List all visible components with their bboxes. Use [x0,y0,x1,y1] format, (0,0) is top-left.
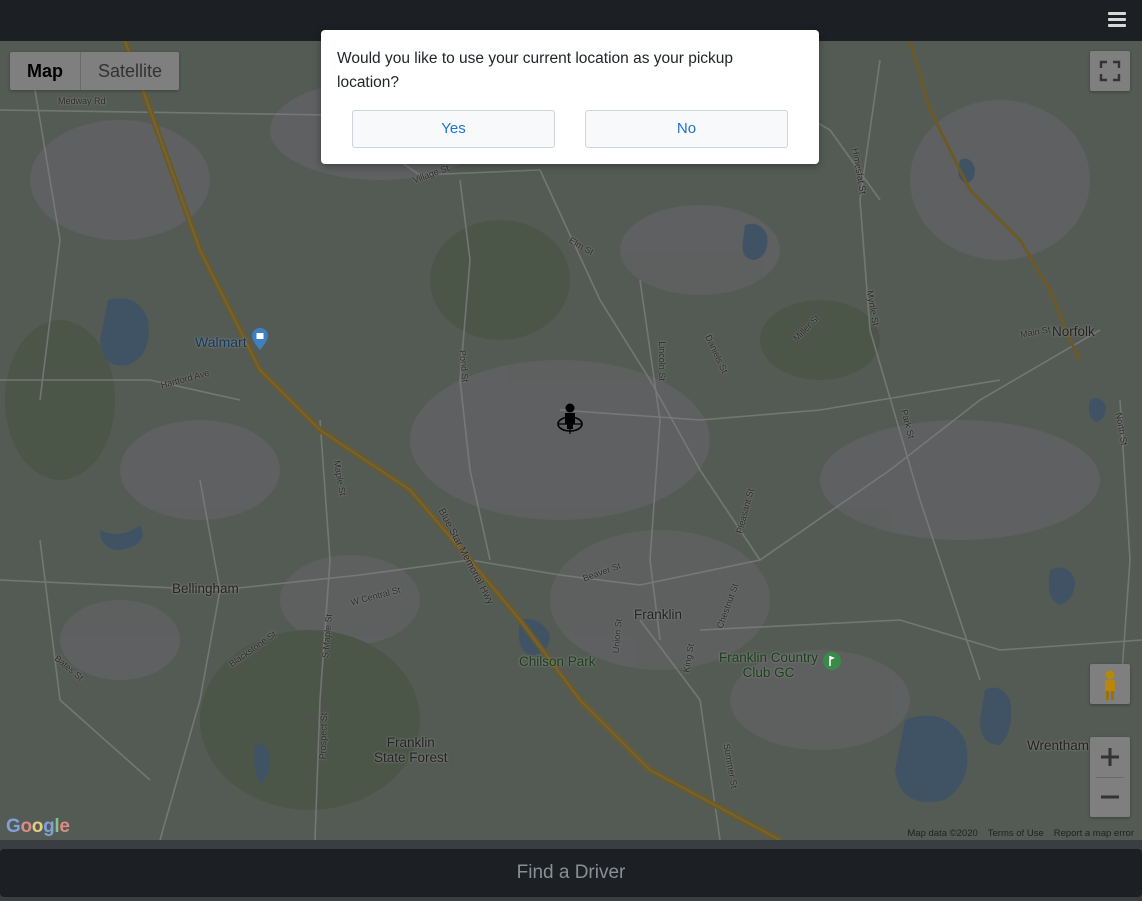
map-data-credit: Map data ©2020 [907,828,978,839]
zoom-control [1090,737,1130,817]
walmart-pin-icon [252,328,268,350]
zoom-out-button[interactable] [1090,777,1130,817]
fullscreen-button[interactable] [1090,51,1130,91]
google-logo: Google [6,816,70,837]
minus-icon [1101,795,1119,799]
pegman-icon [1105,670,1115,700]
zoom-in-button[interactable] [1090,737,1130,777]
map-label-walmart: Walmart [195,334,247,350]
find-a-driver-button[interactable]: Find a Driver [0,849,1142,897]
road-label-prospect-st: Prospect St [317,712,330,760]
plus-icon [1101,748,1119,766]
dialog-message: Would you like to use your current locat… [337,50,734,91]
fullscreen-icon [1099,60,1121,82]
map-label-norfolk: Norfolk [1052,324,1095,339]
road-label-medway-rd: Medway Rd [58,96,106,106]
map-label-chilson-park: Chilson Park [519,654,596,669]
map-label-franklin-state-forest: Franklin State Forest [374,735,448,765]
road-label-lincoln-st: Lincoln St [656,341,667,381]
current-location-marker-icon [557,403,583,434]
map-type-satellite-button[interactable]: Satellite [81,52,179,90]
map-type-control: Map Satellite [10,52,180,90]
map-label-wrentham: Wrentham [1027,738,1090,753]
map-label-bellingham: Bellingham [172,581,239,596]
pickup-location-dialog: Would you like to use your current locat… [321,30,819,164]
hamburger-menu-icon[interactable] [1108,12,1126,28]
report-map-error-link[interactable]: Report a map error [1054,828,1134,839]
map-type-map-button[interactable]: Map [10,52,80,90]
map-attribution: Map data ©2020 Terms of Use Report a map… [907,828,1134,839]
terms-of-use-link[interactable]: Terms of Use [988,828,1044,839]
yes-button[interactable]: Yes [352,110,555,148]
golf-course-pin-icon [823,652,841,670]
street-view-pegman-button[interactable] [1090,664,1130,704]
map-label-franklin: Franklin [634,607,683,622]
no-button[interactable]: No [585,110,788,148]
map-label-franklin-country-club: Franklin Country Club GC [719,650,819,680]
